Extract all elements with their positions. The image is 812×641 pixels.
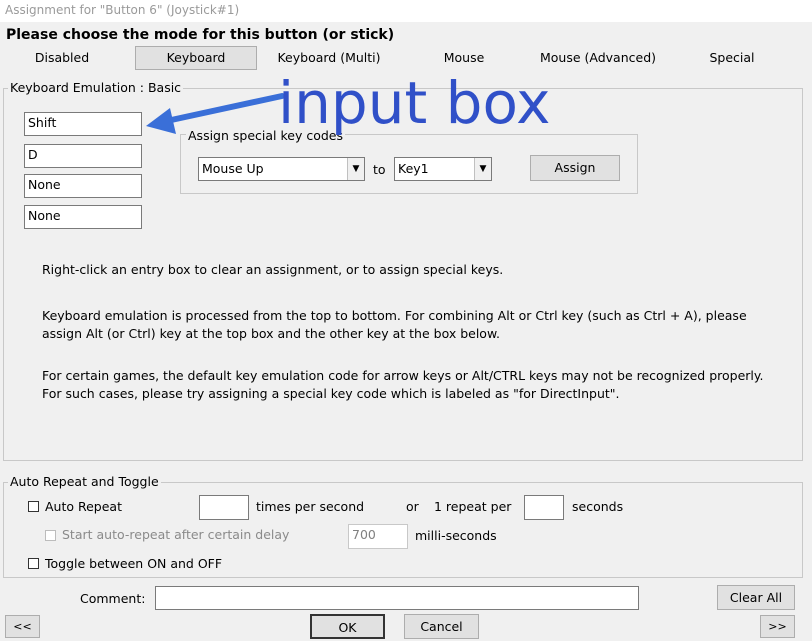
key-input-2[interactable]: D [24,144,142,168]
comment-input[interactable] [155,586,639,610]
next-button[interactable]: >> [760,615,795,638]
delay-ms-input[interactable]: 700 [348,524,408,549]
milli-seconds-label: milli-seconds [415,528,497,543]
times-per-second-label: times per second [256,499,365,514]
special-key-from-value: Mouse Up [202,161,264,176]
tab-disabled[interactable]: Disabled [10,46,114,70]
tab-special[interactable]: Special [672,46,792,70]
tab-keyboard-multi[interactable]: Keyboard (Multi) [270,46,388,70]
auto-repeat-checkbox[interactable] [28,501,39,512]
cancel-button[interactable]: Cancel [404,614,479,639]
chevron-down-icon[interactable]: ▼ [474,158,491,180]
info-text-directinput-2: For such cases, please try assigning a s… [42,386,620,401]
tab-mouse-advanced[interactable]: Mouse (Advanced) [534,46,662,70]
start-delay-label: Start auto-repeat after certain delay [62,527,290,542]
key-input-1[interactable]: Shift [24,112,142,136]
page-heading: Please choose the mode for this button (… [6,27,395,43]
info-text-directinput-1: For certain games, the default key emula… [42,368,764,383]
prev-button[interactable]: << [5,615,40,638]
auto-repeat-label: Auto Repeat [45,499,122,514]
ok-button[interactable]: OK [310,614,385,639]
start-delay-checkbox[interactable] [45,530,56,541]
one-repeat-per-label: 1 repeat per [434,499,512,514]
special-key-to-value: Key1 [398,161,429,176]
info-text-right-click: Right-click an entry box to clear an ass… [42,262,504,277]
window-title: Assignment for "Button 6" (Joystick#1) [0,0,812,22]
or-label: or [406,499,419,514]
toggle-label: Toggle between ON and OFF [45,556,223,571]
special-key-from-select[interactable]: Mouse Up ▼ [198,157,365,181]
clear-all-button[interactable]: Clear All [717,585,795,610]
auto-repeat-legend: Auto Repeat and Toggle [8,474,161,489]
comment-label: Comment: [80,591,146,606]
tab-mouse[interactable]: Mouse [404,46,524,70]
annotation-arrow-icon [146,93,285,134]
to-label: to [373,162,386,177]
seconds-input[interactable] [524,495,564,520]
key-input-3[interactable]: None [24,174,142,198]
annotation-input-box-label: input box [278,69,551,137]
seconds-label: seconds [572,499,624,514]
toggle-checkbox[interactable] [28,558,39,569]
times-per-second-input[interactable] [199,495,249,520]
tab-keyboard[interactable]: Keyboard [135,46,257,70]
assign-button[interactable]: Assign [530,155,620,181]
info-text-order-2: assign Alt (or Ctrl) key at the top box … [42,326,501,341]
info-text-order-1: Keyboard emulation is processed from the… [42,308,747,323]
key-input-4[interactable]: None [24,205,142,229]
special-key-to-select[interactable]: Key1 ▼ [394,157,492,181]
chevron-down-icon[interactable]: ▼ [347,158,364,180]
